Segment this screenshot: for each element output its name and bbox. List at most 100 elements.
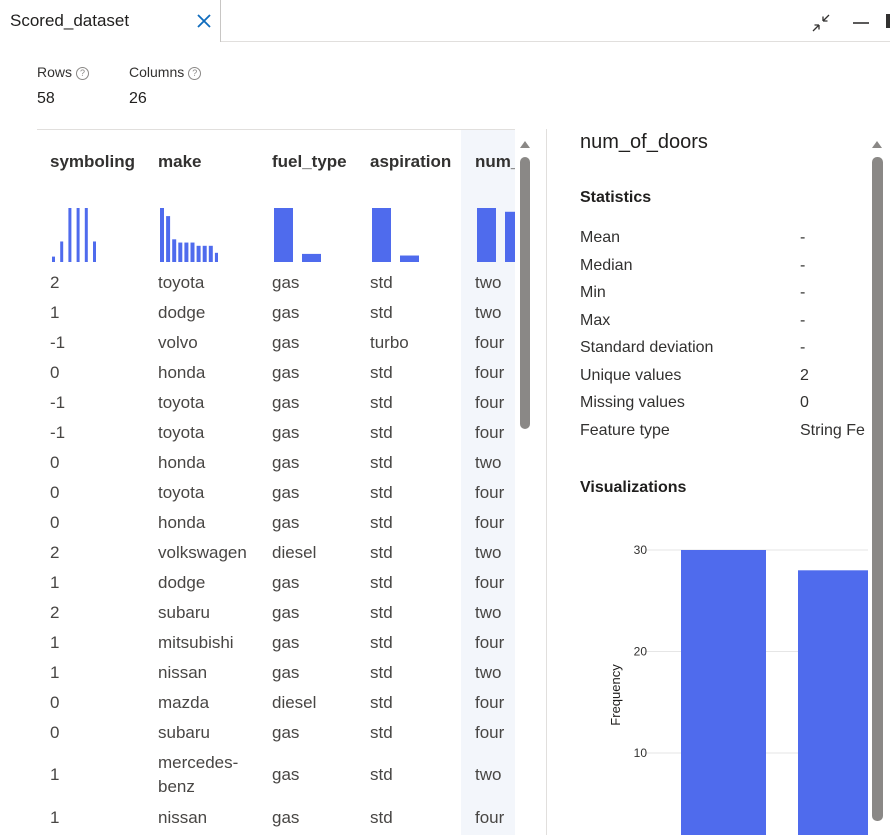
column-header[interactable]: symboling (50, 152, 135, 172)
table-cell[interactable]: -1 (50, 391, 65, 415)
table-cell[interactable]: std (370, 763, 393, 787)
table-cell[interactable]: volvo (158, 331, 198, 355)
table-cell[interactable]: std (370, 601, 393, 625)
table-cell[interactable]: gas (272, 511, 299, 535)
table-cell[interactable]: toyota (158, 271, 204, 295)
table-cell[interactable]: std (370, 451, 393, 475)
table-cell[interactable]: std (370, 721, 393, 745)
table-cell[interactable]: std (370, 391, 393, 415)
table-cell[interactable]: four (475, 691, 504, 715)
table-cell[interactable]: four (475, 721, 504, 745)
column-header[interactable]: aspiration (370, 152, 451, 172)
table-cell[interactable]: 1 (50, 301, 59, 325)
table-cell[interactable]: honda (158, 361, 205, 385)
table-cell[interactable]: std (370, 571, 393, 595)
panel-scrollbar-thumb[interactable] (872, 157, 883, 821)
table-cell[interactable]: two (475, 451, 501, 475)
table-cell[interactable]: 2 (50, 601, 59, 625)
table-cell[interactable]: two (475, 541, 501, 565)
table-cell[interactable]: toyota (158, 481, 204, 505)
column-header[interactable]: make (158, 152, 201, 172)
table-cell[interactable]: diesel (272, 691, 316, 715)
panel-divider[interactable] (546, 129, 547, 835)
table-cell[interactable]: mercedes-benz (158, 751, 258, 799)
table-cell[interactable]: two (475, 601, 501, 625)
table-cell[interactable]: 1 (50, 571, 59, 595)
table-cell[interactable]: two (475, 763, 501, 787)
table-cell[interactable]: four (475, 361, 504, 385)
table-cell[interactable]: subaru (158, 601, 210, 625)
table-cell[interactable]: nissan (158, 806, 207, 830)
scroll-up-arrow-icon[interactable] (871, 139, 883, 149)
table-cell[interactable]: gas (272, 763, 299, 787)
table-cell[interactable]: volkswagen (158, 541, 247, 565)
table-cell[interactable]: mitsubishi (158, 631, 234, 655)
table-cell[interactable]: std (370, 421, 393, 445)
help-icon[interactable]: ? (76, 67, 90, 80)
table-cell[interactable]: four (475, 481, 504, 505)
table-cell[interactable]: 0 (50, 691, 59, 715)
table-cell[interactable]: four (475, 511, 504, 535)
table-cell[interactable]: nissan (158, 661, 207, 685)
table-cell[interactable]: gas (272, 721, 299, 745)
table-cell[interactable]: std (370, 511, 393, 535)
table-cell[interactable]: 0 (50, 481, 59, 505)
frequency-bar[interactable] (798, 570, 868, 835)
table-cell[interactable]: 0 (50, 721, 59, 745)
table-cell[interactable]: std (370, 661, 393, 685)
table-cell[interactable]: gas (272, 331, 299, 355)
table-cell[interactable]: dodge (158, 571, 205, 595)
table-cell[interactable]: four (475, 331, 504, 355)
table-cell[interactable]: gas (272, 271, 299, 295)
table-cell[interactable]: four (475, 391, 504, 415)
table-cell[interactable]: gas (272, 361, 299, 385)
table-cell[interactable]: honda (158, 451, 205, 475)
table-cell[interactable]: 0 (50, 361, 59, 385)
table-cell[interactable]: 1 (50, 806, 59, 830)
minimize-icon[interactable] (850, 12, 872, 34)
table-cell[interactable]: std (370, 541, 393, 565)
column-header[interactable]: num_ (475, 152, 515, 172)
table-cell[interactable]: four (475, 806, 504, 830)
table-cell[interactable]: four (475, 631, 504, 655)
table-cell[interactable]: 0 (50, 451, 59, 475)
table-cell[interactable]: four (475, 421, 504, 445)
table-cell[interactable]: gas (272, 661, 299, 685)
table-cell[interactable]: std (370, 361, 393, 385)
table-cell[interactable]: diesel (272, 541, 316, 565)
table-cell[interactable]: 1 (50, 661, 59, 685)
table-cell[interactable]: mazda (158, 691, 209, 715)
table-cell[interactable]: -1 (50, 331, 65, 355)
table-cell[interactable]: 1 (50, 763, 59, 787)
table-cell[interactable]: gas (272, 601, 299, 625)
table-cell[interactable]: std (370, 271, 393, 295)
table-cell[interactable]: dodge (158, 301, 205, 325)
table-cell[interactable]: 2 (50, 541, 59, 565)
table-cell[interactable]: gas (272, 451, 299, 475)
table-cell[interactable]: std (370, 481, 393, 505)
tab-scored-dataset[interactable]: Scored_dataset (0, 0, 221, 42)
table-cell[interactable]: -1 (50, 421, 65, 445)
table-cell[interactable]: four (475, 571, 504, 595)
table-cell[interactable]: std (370, 301, 393, 325)
table-cell[interactable]: gas (272, 301, 299, 325)
table-cell[interactable]: two (475, 661, 501, 685)
collapse-icon[interactable] (810, 12, 832, 34)
table-cell[interactable]: gas (272, 631, 299, 655)
help-icon[interactable]: ? (188, 67, 202, 80)
table-cell[interactable]: subaru (158, 721, 210, 745)
table-cell[interactable]: toyota (158, 391, 204, 415)
column-header[interactable]: fuel_type (272, 152, 347, 172)
table-cell[interactable]: 0 (50, 511, 59, 535)
table-cell[interactable]: two (475, 271, 501, 295)
table-cell[interactable]: gas (272, 421, 299, 445)
close-icon[interactable] (194, 11, 214, 31)
table-cell[interactable]: std (370, 806, 393, 830)
frequency-bar[interactable] (681, 550, 766, 835)
table-cell[interactable]: turbo (370, 331, 409, 355)
table-cell[interactable]: gas (272, 806, 299, 830)
table-cell[interactable]: two (475, 301, 501, 325)
table-cell[interactable]: honda (158, 511, 205, 535)
table-scrollbar-thumb[interactable] (520, 157, 530, 429)
table-cell[interactable]: gas (272, 571, 299, 595)
